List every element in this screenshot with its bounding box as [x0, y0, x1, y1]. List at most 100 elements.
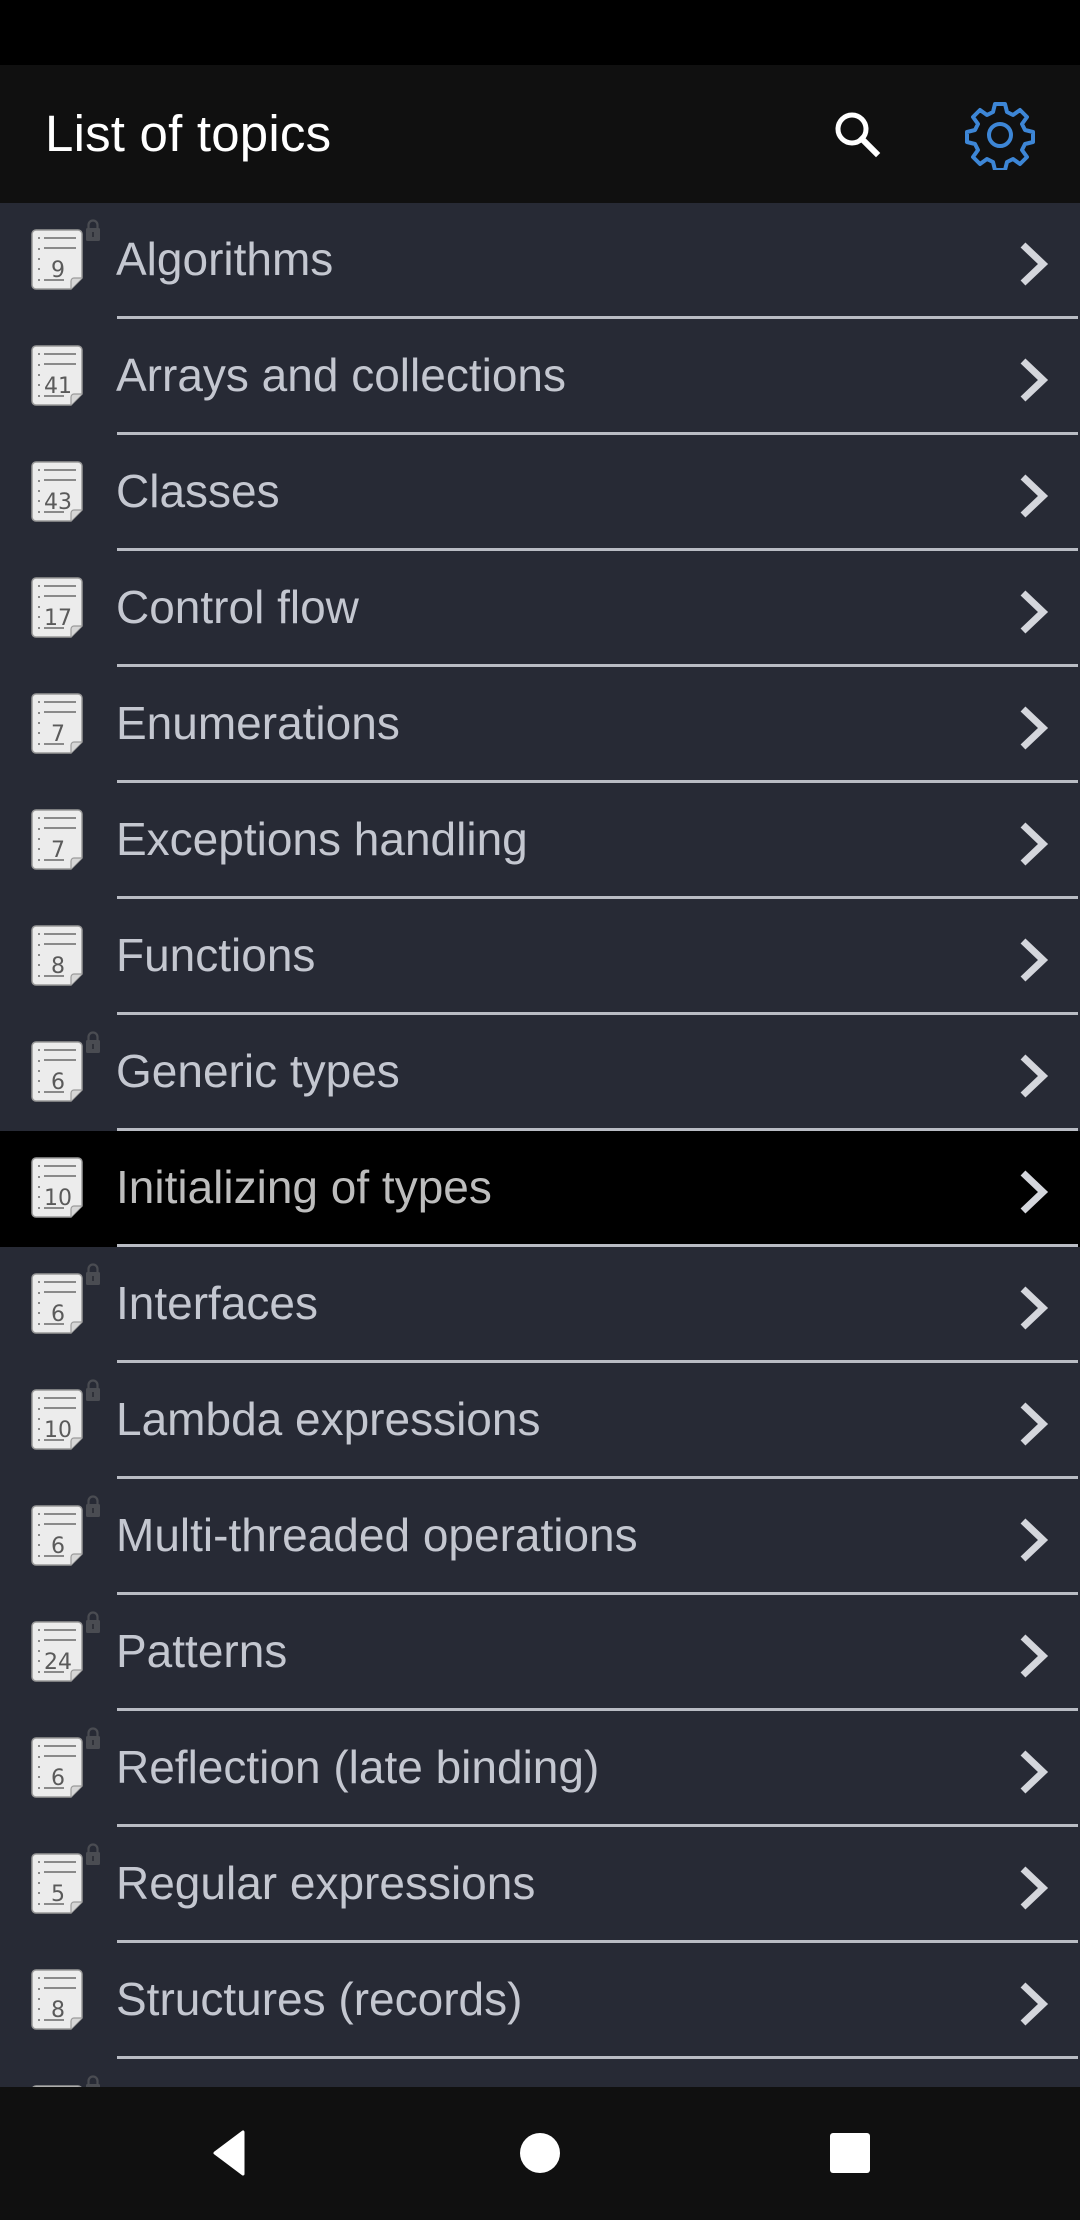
document-count-icon: 10	[31, 1389, 83, 1450]
topic-row-initializing-of-types[interactable]: 10 Initializing of types	[0, 1131, 1080, 1247]
topic-count: 6	[51, 1302, 65, 1327]
chevron-right-icon	[1020, 474, 1049, 518]
topic-count: 41	[44, 374, 72, 399]
page-title: List of topics	[45, 105, 332, 162]
topic-row-lambda-expressions[interactable]: 10 Lambda expressions	[0, 1363, 1080, 1479]
document-count-icon: 8	[31, 1969, 83, 2030]
topic-label: Initializing of types	[116, 1161, 492, 1213]
document-count-icon: 43	[31, 461, 83, 522]
topic-label: Regular expressions	[116, 1857, 536, 1909]
topic-count: 5	[51, 1882, 65, 1907]
topic-count: 10	[44, 1186, 72, 1211]
lock-icon	[86, 219, 100, 241]
topic-count: 17	[44, 606, 72, 631]
document-count-icon: 6	[31, 1737, 83, 1798]
topic-count: 9	[51, 258, 65, 283]
document-count-icon: 7	[31, 693, 83, 754]
chevron-right-icon	[1020, 590, 1049, 634]
topic-label: Interfaces	[116, 1277, 318, 1329]
topic-count: 7	[51, 722, 65, 747]
chevron-right-icon	[1020, 1634, 1049, 1678]
chevron-right-icon	[1020, 358, 1049, 402]
topic-label: Reflection (late binding)	[116, 1741, 600, 1793]
topic-count: 8	[51, 1998, 65, 2023]
chevron-right-icon	[1020, 938, 1049, 982]
topic-row-control-flow[interactable]: 17 Control flow	[0, 551, 1080, 667]
recents-icon	[830, 2133, 870, 2173]
topic-row-functions[interactable]: 8 Functions	[0, 899, 1080, 1015]
topic-row-generic-types[interactable]: 6 Generic types	[0, 1015, 1080, 1131]
document-count-icon: 41	[31, 345, 83, 406]
document-count-icon: 9	[31, 229, 83, 290]
chevron-right-icon	[1020, 1982, 1049, 2026]
document-count-icon: 6	[31, 1273, 83, 1334]
topic-label: Functions	[116, 929, 316, 981]
chevron-right-icon	[1020, 1170, 1049, 1214]
document-count-icon: 6	[31, 1505, 83, 1566]
topic-count: 6	[51, 1766, 65, 1791]
topic-row-reflection-late-binding[interactable]: 6 Reflection (late binding)	[0, 1711, 1080, 1827]
search-icon	[835, 112, 881, 158]
chevron-right-icon	[1020, 242, 1049, 286]
topic-label: Lambda expressions	[116, 1393, 541, 1445]
app-bar: List of topics	[0, 65, 1080, 203]
topic-label: Classes	[116, 465, 280, 517]
topic-count: 6	[51, 1534, 65, 1559]
topic-row-classes[interactable]: 43 Classes	[0, 435, 1080, 551]
topic-row-multi-threaded-operations[interactable]: 6 Multi-threaded operations	[0, 1479, 1080, 1595]
lock-icon	[86, 1263, 100, 1285]
lock-icon	[86, 1031, 100, 1053]
settings-button[interactable]	[965, 100, 1035, 170]
document-count-icon: 10	[31, 1157, 83, 1218]
chevron-right-icon	[1020, 1750, 1049, 1794]
topics-list: 9 Algorithms 41 Arrays and collections 4…	[0, 203, 1080, 2087]
search-button[interactable]	[823, 100, 893, 170]
lock-icon	[86, 1495, 100, 1517]
chevron-right-icon	[1020, 1286, 1049, 1330]
topic-row-exceptions-handling[interactable]: 7 Exceptions handling	[0, 783, 1080, 899]
chevron-right-icon	[1020, 1054, 1049, 1098]
back-button[interactable]	[188, 2113, 268, 2193]
topic-row-enumerations[interactable]: 7 Enumerations	[0, 667, 1080, 783]
topic-label: Algorithms	[116, 233, 334, 285]
lock-icon	[86, 1727, 100, 1749]
chevron-right-icon	[1020, 1402, 1049, 1446]
status-bar	[0, 0, 1080, 65]
topic-row-structures-records[interactable]: 8 Structures (records)	[0, 1943, 1080, 2059]
topic-label: Exceptions handling	[116, 813, 528, 865]
topic-label: Generic types	[116, 1045, 400, 1097]
topic-count: 43	[44, 490, 72, 515]
lock-icon	[86, 1379, 100, 1401]
home-button[interactable]	[500, 2113, 580, 2193]
document-count-icon: 5	[31, 1853, 83, 1914]
topic-row-patterns[interactable]: 24 Patterns	[0, 1595, 1080, 1711]
lock-icon	[86, 2075, 100, 2087]
recents-button[interactable]	[810, 2113, 890, 2193]
lock-icon	[86, 1611, 100, 1633]
topic-count: 6	[51, 1070, 65, 1095]
topic-row-regular-expressions[interactable]: 5 Regular expressions	[0, 1827, 1080, 1943]
document-count-icon: 8	[31, 925, 83, 986]
topic-row-interfaces[interactable]: 6 Interfaces	[0, 1247, 1080, 1363]
topic-label: Control flow	[116, 581, 359, 633]
topic-label: Structures (records)	[116, 1973, 523, 2025]
topic-count: 7	[51, 838, 65, 863]
topic-row-arrays-and-collections[interactable]: 41 Arrays and collections	[0, 319, 1080, 435]
chevron-right-icon	[1020, 1866, 1049, 1910]
chevron-right-icon	[1020, 706, 1049, 750]
gear-icon	[965, 102, 1035, 170]
document-count-icon: 6	[31, 1041, 83, 1102]
topic-row-algorithms[interactable]: 9 Algorithms	[0, 203, 1080, 319]
topic-label: Arrays and collections	[116, 349, 566, 401]
topic-label: Enumerations	[116, 697, 400, 749]
chevron-right-icon	[1020, 1518, 1049, 1562]
topic-label: Patterns	[116, 1625, 288, 1677]
lock-icon	[86, 1843, 100, 1865]
document-count-icon: 7	[31, 809, 83, 870]
navigation-bar	[0, 2087, 1080, 2220]
topic-row-partial[interactable]	[0, 2059, 1080, 2087]
document-count-icon: 17	[31, 577, 83, 638]
home-icon	[520, 2133, 560, 2173]
topic-count: 10	[44, 1418, 72, 1443]
topic-label: Multi-threaded operations	[116, 1509, 638, 1561]
